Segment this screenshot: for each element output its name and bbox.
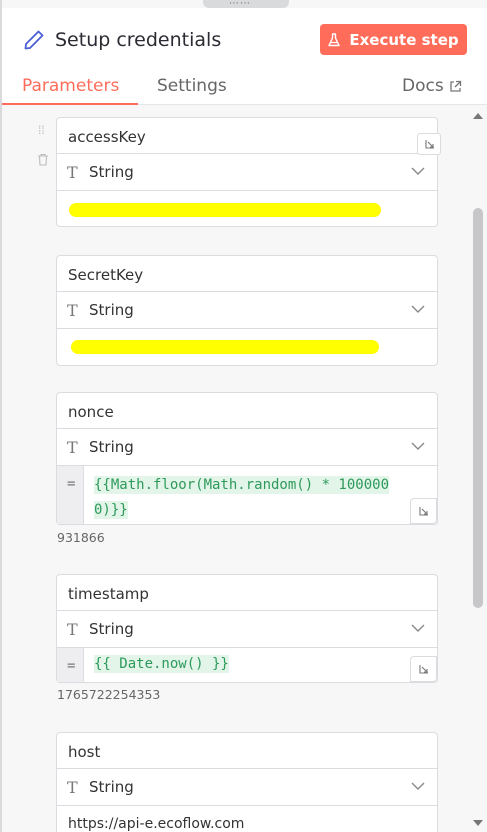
scrollbar-thumb[interactable] bbox=[473, 208, 483, 608]
param-secretkey: SecretKey T String bbox=[56, 255, 438, 366]
pencil-icon[interactable] bbox=[22, 28, 46, 52]
scroll-up-arrow-icon[interactable] bbox=[473, 112, 483, 119]
drag-grip-icon[interactable]: ⁞⁞ bbox=[38, 124, 45, 136]
chevron-down-icon bbox=[411, 624, 425, 632]
execute-step-label: Execute step bbox=[349, 30, 459, 49]
external-link-icon bbox=[450, 80, 461, 92]
expression-toggle-button[interactable] bbox=[417, 133, 441, 155]
expression-result-hint: 1765722254353 bbox=[57, 687, 161, 702]
value-input[interactable]: https://api-e.ecoflow.com bbox=[57, 806, 437, 832]
node-panel: ⋯⋯ Setup credentials Execute step Parame… bbox=[2, 0, 487, 832]
tab-settings[interactable]: Settings bbox=[157, 76, 227, 96]
value-input[interactable] bbox=[57, 329, 437, 365]
type-string-icon: T bbox=[67, 777, 78, 797]
expression-toggle-icon bbox=[424, 139, 434, 149]
value-input[interactable] bbox=[57, 191, 437, 226]
param-name-field[interactable]: nonce bbox=[57, 393, 437, 429]
param-name-field[interactable]: host bbox=[57, 733, 437, 769]
type-label: String bbox=[89, 620, 134, 638]
chevron-down-icon bbox=[411, 442, 425, 450]
type-select[interactable]: T String bbox=[57, 154, 437, 191]
type-select[interactable]: T String bbox=[57, 429, 437, 466]
type-label: String bbox=[89, 778, 134, 796]
param-name-field[interactable]: SecretKey bbox=[57, 256, 437, 292]
trash-icon[interactable] bbox=[37, 153, 49, 166]
expression-code[interactable]: {{ Date.now() }} bbox=[84, 648, 437, 682]
equals-icon: = bbox=[57, 466, 84, 524]
type-select[interactable]: T String bbox=[57, 611, 437, 648]
tab-docs[interactable]: Docs bbox=[402, 76, 462, 96]
param-timestamp: timestamp T String = {{ Date.now() }} bbox=[56, 574, 438, 683]
type-string-icon: T bbox=[67, 437, 78, 457]
flask-icon bbox=[328, 32, 341, 46]
chevron-down-icon bbox=[411, 167, 425, 175]
node-title[interactable]: Setup credentials bbox=[55, 29, 221, 51]
type-label: String bbox=[89, 301, 134, 319]
chevron-down-icon bbox=[411, 782, 425, 790]
param-name-field[interactable]: timestamp bbox=[57, 575, 437, 611]
panel-header: Setup credentials Execute step Parameter… bbox=[2, 8, 487, 105]
expand-expression-button[interactable] bbox=[410, 498, 437, 524]
type-string-icon: T bbox=[67, 619, 78, 639]
expand-icon bbox=[419, 664, 428, 674]
tab-docs-label: Docs bbox=[402, 76, 444, 96]
parameters-list: ⁞⁞ accessKey T String SecretKey T String… bbox=[2, 106, 487, 832]
param-name-field[interactable]: accessKey bbox=[57, 118, 437, 154]
equals-icon: = bbox=[57, 648, 84, 682]
expand-icon bbox=[419, 506, 428, 516]
type-select[interactable]: T String bbox=[57, 769, 437, 806]
expression-input[interactable]: = {{Math.floor(Math.random() * 100000 0)… bbox=[57, 466, 437, 524]
param-accesskey: accessKey T String bbox=[56, 117, 438, 227]
scrollbar[interactable] bbox=[472, 106, 485, 832]
execute-step-button[interactable]: Execute step bbox=[320, 24, 467, 55]
expression-result-hint: 931866 bbox=[57, 530, 105, 545]
param-host: host T String https://api-e.ecoflow.com bbox=[56, 732, 438, 832]
chevron-down-icon bbox=[411, 305, 425, 313]
type-string-icon: T bbox=[67, 162, 78, 182]
drag-dots-icon: ⋯⋯ bbox=[229, 0, 251, 9]
active-tab-indicator bbox=[2, 103, 138, 105]
scroll-down-arrow-icon[interactable] bbox=[473, 820, 483, 827]
expression-code[interactable]: {{Math.floor(Math.random() * 100000 0)}} bbox=[84, 466, 437, 524]
type-select[interactable]: T String bbox=[57, 292, 437, 329]
expand-expression-button[interactable] bbox=[410, 656, 437, 682]
type-label: String bbox=[89, 438, 134, 456]
title-row: Setup credentials bbox=[22, 26, 221, 54]
type-label: String bbox=[89, 163, 134, 181]
tab-parameters[interactable]: Parameters bbox=[22, 76, 119, 96]
expression-input[interactable]: = {{ Date.now() }} bbox=[57, 648, 437, 682]
param-nonce: nonce T String = {{Math.floor(Math.rando… bbox=[56, 392, 438, 525]
type-string-icon: T bbox=[67, 300, 78, 320]
redaction-mark bbox=[69, 203, 381, 217]
redaction-mark bbox=[71, 340, 379, 354]
